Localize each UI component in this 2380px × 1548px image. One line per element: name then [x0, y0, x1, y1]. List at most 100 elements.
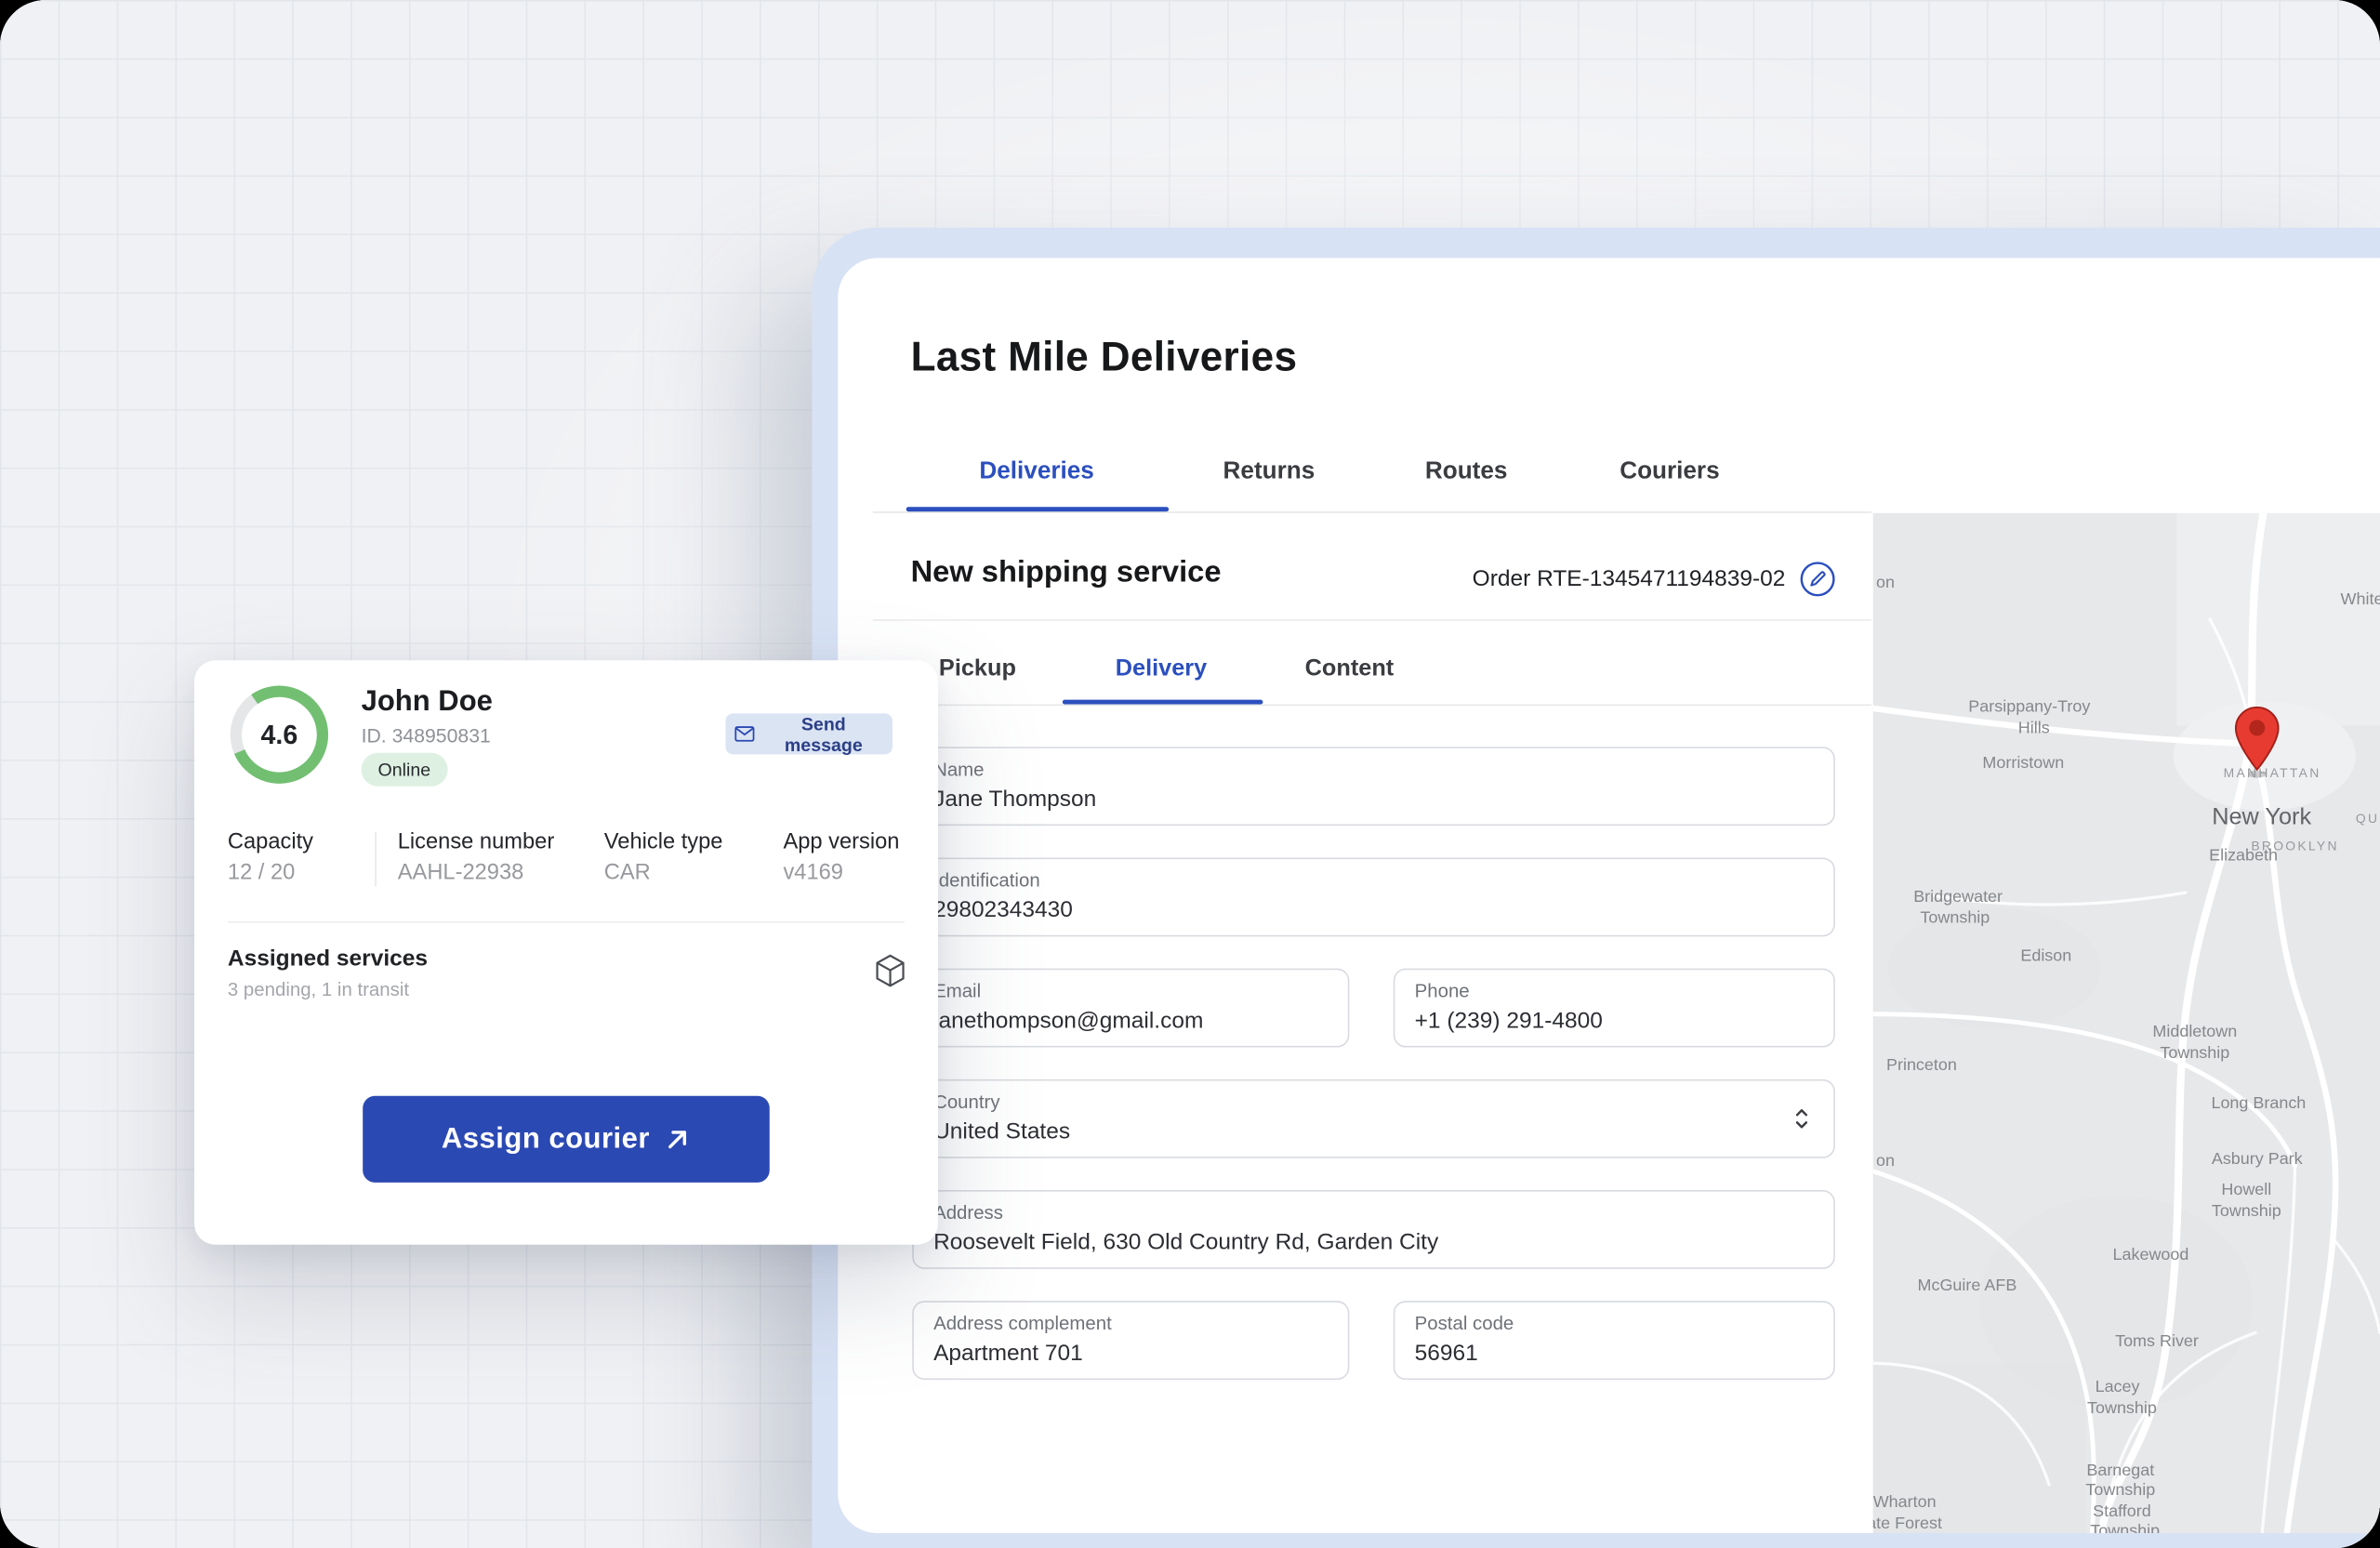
map-label: Lacey	[2096, 1378, 2140, 1396]
map-label: Barnegat	[2086, 1462, 2154, 1480]
select-chevrons-icon	[1792, 1105, 1813, 1132]
map-label: Wharton	[1873, 1494, 1937, 1513]
map-label: Howell	[2221, 1181, 2271, 1199]
screenshot-root: Last Mile Deliveries Deliveries Returns …	[0, 0, 2380, 1548]
stat-appversion-label: App version	[783, 830, 899, 854]
courier-id: ID. 348950831	[362, 724, 491, 747]
subtabs-divider	[873, 705, 1871, 707]
tab-routes[interactable]: Routes	[1425, 458, 1508, 485]
name-field-value: Jane Thompson	[933, 787, 1096, 813]
status-badge: Online	[362, 753, 448, 787]
courier-rating: 4.6	[226, 681, 332, 787]
map-label: Township	[2090, 1523, 2160, 1533]
assign-courier-label: Assign courier	[442, 1122, 650, 1156]
stat-vehicle-label: Vehicle type	[604, 830, 723, 854]
stat-license-label: License number	[398, 830, 554, 854]
assigned-services-subtitle: 3 pending, 1 in transit	[228, 979, 409, 1000]
stat-capacity-label: Capacity	[228, 830, 313, 854]
card-divider	[228, 921, 905, 923]
tab-couriers[interactable]: Couriers	[1620, 458, 1719, 485]
order-row: Order RTE-1345471194839-02	[1473, 559, 1836, 598]
email-field-value: janethompson@gmail.com	[933, 1008, 1203, 1034]
address-field-value: Roosevelt Field, 630 Old Country Rd, Gar…	[933, 1229, 1438, 1255]
identification-field-value: 29802343430	[933, 897, 1073, 923]
map-label: Middletown	[2152, 1023, 2237, 1041]
country-select-value: United States	[933, 1118, 1070, 1144]
address-complement-field-label: Address complement	[933, 1313, 1112, 1334]
map-pin[interactable]	[2234, 706, 2280, 773]
map-label: Township	[2085, 1481, 2155, 1500]
arrow-up-right-icon	[665, 1126, 691, 1152]
map-label: Township	[2160, 1044, 2229, 1063]
stat-vehicle-value: CAR	[604, 861, 651, 885]
map-label: Elizabeth	[2209, 847, 2278, 866]
courier-name: John Doe	[362, 686, 493, 720]
map-label: QUEE	[2356, 811, 2380, 826]
send-message-button[interactable]: Send message	[725, 713, 892, 754]
app-window: Last Mile Deliveries Deliveries Returns …	[838, 258, 2380, 1533]
subtab-delivery[interactable]: Delivery	[1116, 655, 1207, 682]
map-label: White	[2341, 590, 2380, 609]
stat-license-value: AAHL-22938	[398, 861, 524, 885]
country-select[interactable]: Country United States	[912, 1079, 1835, 1158]
identification-field[interactable]: Identification 29802343430	[912, 857, 1835, 936]
map-label: Asbury Park	[2212, 1151, 2303, 1170]
section-divider	[873, 619, 1871, 621]
address-field[interactable]: Address Roosevelt Field, 630 Old Country…	[912, 1190, 1835, 1269]
stats-divider	[375, 832, 377, 887]
map-label: on	[1876, 574, 1895, 592]
phone-field[interactable]: Phone +1 (239) 291-4800	[1394, 969, 1835, 1048]
name-field-label: Name	[933, 759, 984, 780]
courier-card: 4.6 John Doe ID. 348950831 Online Send m…	[194, 660, 938, 1245]
subtab-pickup[interactable]: Pickup	[939, 655, 1016, 682]
section-title: New shipping service	[911, 556, 1222, 591]
phone-field-label: Phone	[1415, 981, 1470, 1002]
stat-appversion-value: v4169	[783, 861, 843, 885]
address-complement-field-value: Apartment 701	[933, 1341, 1083, 1367]
assign-courier-button[interactable]: Assign courier	[363, 1096, 770, 1183]
map-label: ate Forest	[1873, 1515, 1942, 1533]
postal-code-field-value: 56961	[1415, 1341, 1478, 1367]
phone-field-value: +1 (239) 291-4800	[1415, 1008, 1603, 1034]
map-label: on	[1876, 1152, 1895, 1171]
map-label: Morristown	[1982, 754, 2064, 773]
assigned-services-title: Assigned services	[228, 946, 428, 972]
map-label: Township	[2087, 1399, 2157, 1418]
postal-code-field[interactable]: Postal code 56961	[1394, 1301, 1835, 1380]
map-label: Toms River	[2115, 1332, 2199, 1351]
map-label: Edison	[2020, 947, 2071, 966]
envelope-icon	[734, 725, 754, 742]
map-label: McGuire AFB	[1918, 1277, 2017, 1295]
map-label: Lakewood	[2113, 1246, 2189, 1264]
order-number: Order RTE-1345471194839-02	[1473, 565, 1786, 591]
page-title: Last Mile Deliveries	[911, 334, 1298, 381]
subtab-content[interactable]: Content	[1305, 655, 1395, 682]
postal-code-field-label: Postal code	[1415, 1313, 1514, 1334]
address-field-label: Address	[933, 1202, 1003, 1224]
tab-returns[interactable]: Returns	[1223, 458, 1316, 485]
map-label: Township	[2212, 1202, 2281, 1221]
tabs-divider	[873, 511, 1871, 513]
map-label: Parsippany-Troy	[1968, 698, 2090, 717]
screenshot-stage: Last Mile Deliveries Deliveries Returns …	[0, 0, 2380, 1548]
map-label: Bridgewater	[1913, 888, 2003, 906]
country-select-label: Country	[933, 1092, 999, 1113]
name-field[interactable]: Name Jane Thompson	[912, 747, 1835, 826]
map-label: Princeton	[1886, 1056, 1957, 1075]
package-icon	[873, 953, 908, 988]
map-label: Township	[1920, 909, 1990, 928]
address-complement-field[interactable]: Address complement Apartment 701	[912, 1301, 1349, 1380]
map-label: Long Branch	[2211, 1094, 2306, 1113]
email-field[interactable]: Email janethompson@gmail.com	[912, 969, 1349, 1048]
identification-field-label: Identification	[933, 870, 1040, 892]
tab-deliveries[interactable]: Deliveries	[979, 458, 1093, 485]
map-label-city: New York	[2212, 804, 2311, 831]
edit-order-icon[interactable]	[1801, 561, 1836, 596]
stat-capacity-value: 12 / 20	[228, 861, 295, 885]
email-field-label: Email	[933, 981, 981, 1002]
active-tab-underline	[906, 507, 1169, 511]
map-panel[interactable]: on White Parsippany-Troy Hills Morristow…	[1873, 513, 2380, 1533]
map-label: Hills	[2018, 720, 2050, 738]
send-message-label: Send message	[763, 713, 883, 756]
map-label: Stafford	[2093, 1502, 2151, 1521]
